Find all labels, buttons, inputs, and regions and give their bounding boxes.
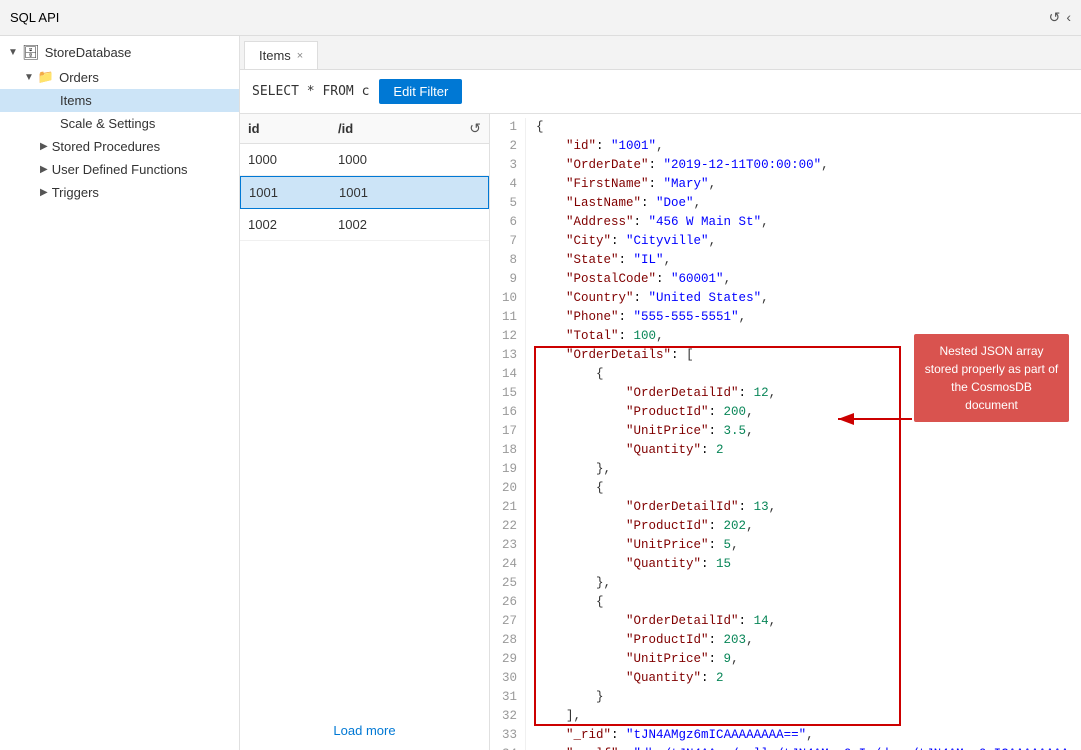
sidebar-item-items[interactable]: Items bbox=[0, 89, 239, 112]
split-pane: id /id ↺ 1000 1000 1001 1001 1002 1 bbox=[240, 114, 1081, 750]
annotation-text: Nested JSON array stored properly as par… bbox=[925, 344, 1058, 412]
stored-procedures-label: Stored Procedures bbox=[52, 139, 160, 154]
filter-bar: SELECT * FROM c Edit Filter bbox=[240, 70, 1081, 114]
sidebar-item-scale-settings[interactable]: Scale & Settings bbox=[0, 112, 239, 135]
main-layout: ▼ 🗄 StoreDatabase ▼ 📁 Orders Items Scale… bbox=[0, 36, 1081, 750]
annotation-box: Nested JSON array stored properly as par… bbox=[914, 334, 1069, 422]
cell-rid-1: 1001 bbox=[339, 185, 480, 200]
sidebar-item-orders[interactable]: ▼ 📁 Orders bbox=[0, 65, 239, 89]
table-pane: id /id ↺ 1000 1000 1001 1001 1002 1 bbox=[240, 114, 490, 750]
chevron-right-icon-sp: ▶ bbox=[40, 141, 48, 152]
col-header-rid: /id bbox=[338, 121, 469, 136]
sidebar-item-stored-procedures[interactable]: ▶ Stored Procedures bbox=[0, 135, 239, 158]
table-body: 1000 1000 1001 1001 1002 1002 bbox=[240, 144, 489, 711]
load-more-button[interactable]: Load more bbox=[240, 711, 489, 750]
json-content: 1234567891011121314151617181920212223242… bbox=[490, 118, 1081, 750]
storedatabase-label: StoreDatabase bbox=[45, 45, 132, 60]
folder-icon: 📁 bbox=[38, 69, 54, 85]
cell-id-2: 1002 bbox=[248, 217, 338, 232]
json-lines: { "id": "1001", "OrderDate": "2019-12-11… bbox=[526, 118, 1081, 750]
tab-bar: Items × bbox=[240, 36, 1081, 70]
refresh-icon[interactable]: ↺ bbox=[1049, 9, 1061, 26]
collapse-icon[interactable]: ‹ bbox=[1066, 9, 1071, 26]
chevron-down-icon: ▼ bbox=[8, 47, 18, 58]
sidebar-item-triggers[interactable]: ▶ Triggers bbox=[0, 181, 239, 204]
chevron-right-icon-trig: ▶ bbox=[40, 187, 48, 198]
triggers-label: Triggers bbox=[52, 185, 99, 200]
table-header: id /id ↺ bbox=[240, 114, 489, 144]
udf-label: User Defined Functions bbox=[52, 162, 188, 177]
top-bar-icons: ↺ ‹ bbox=[1049, 9, 1071, 26]
sidebar-item-storedatabase[interactable]: ▼ 🗄 StoreDatabase bbox=[0, 40, 239, 65]
filter-query-text: SELECT * FROM c bbox=[252, 84, 369, 99]
cell-rid-0: 1000 bbox=[338, 152, 481, 167]
top-bar: SQL API ↺ ‹ bbox=[0, 0, 1081, 36]
sidebar: ▼ 🗄 StoreDatabase ▼ 📁 Orders Items Scale… bbox=[0, 36, 240, 750]
top-bar-title: SQL API bbox=[10, 10, 59, 25]
table-row-selected[interactable]: 1001 1001 bbox=[240, 176, 489, 209]
items-label: Items bbox=[60, 93, 92, 108]
table-row[interactable]: 1000 1000 bbox=[240, 144, 489, 176]
orders-label: Orders bbox=[59, 70, 99, 85]
col-header-id: id bbox=[248, 121, 338, 136]
sidebar-item-udf[interactable]: ▶ User Defined Functions bbox=[0, 158, 239, 181]
cell-id-0: 1000 bbox=[248, 152, 338, 167]
tab-items-label: Items bbox=[259, 48, 291, 63]
line-numbers: 1234567891011121314151617181920212223242… bbox=[490, 118, 526, 750]
edit-filter-button[interactable]: Edit Filter bbox=[379, 79, 462, 104]
json-pane: 1234567891011121314151617181920212223242… bbox=[490, 114, 1081, 750]
table-refresh-icon[interactable]: ↺ bbox=[469, 120, 481, 137]
close-tab-icon[interactable]: × bbox=[297, 50, 303, 62]
content-area: Items × SELECT * FROM c Edit Filter id /… bbox=[240, 36, 1081, 750]
database-icon: 🗄 bbox=[22, 44, 40, 61]
cell-id-1: 1001 bbox=[249, 185, 339, 200]
scale-settings-label: Scale & Settings bbox=[60, 116, 155, 131]
tab-items[interactable]: Items × bbox=[244, 41, 318, 69]
table-row[interactable]: 1002 1002 bbox=[240, 209, 489, 241]
chevron-right-icon-udf: ▶ bbox=[40, 164, 48, 175]
chevron-down-icon-orders: ▼ bbox=[24, 72, 34, 83]
cell-rid-2: 1002 bbox=[338, 217, 481, 232]
